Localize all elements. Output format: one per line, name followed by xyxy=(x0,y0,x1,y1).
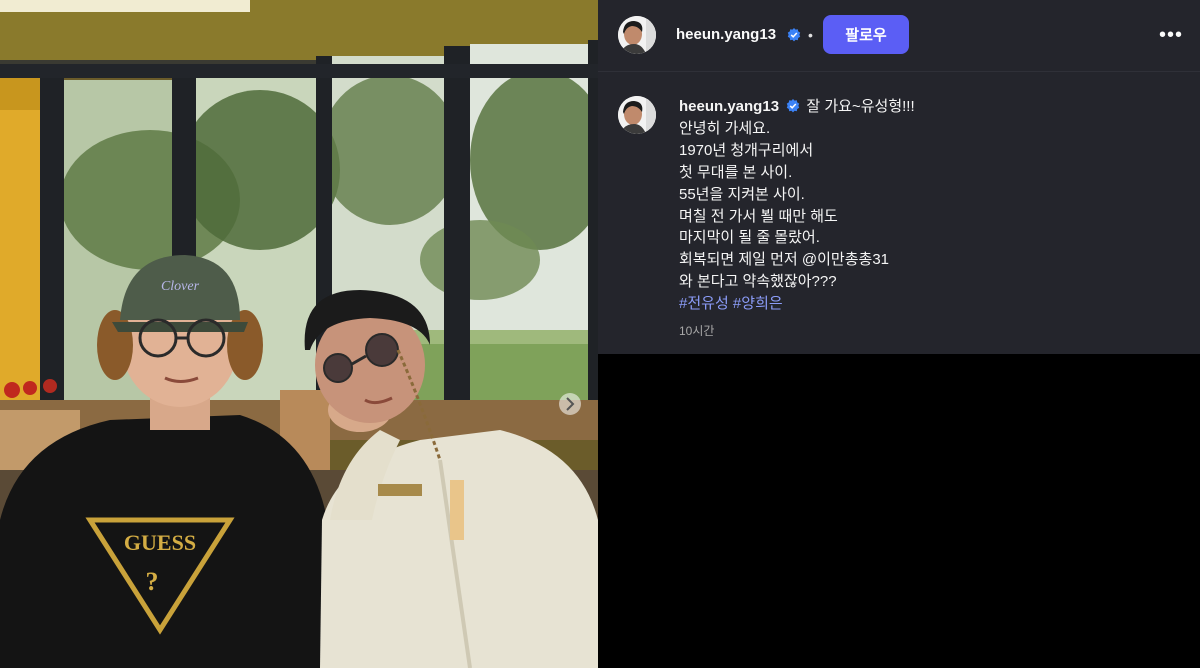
caption-username[interactable]: heeun.yang13 xyxy=(679,98,779,115)
verified-badge-icon xyxy=(787,28,801,42)
post-details: heeun.yang13 • 팔로우 ••• heeun.yang13 잘 가요… xyxy=(598,0,1200,354)
caption-line: 1970년 청개구리에서 xyxy=(679,141,814,159)
caption-line: 와 본다고 약속했잖아??? xyxy=(679,273,837,291)
shirt-logo-text: GUESS xyxy=(124,530,196,555)
next-slide-button[interactable] xyxy=(559,393,581,415)
avatar[interactable] xyxy=(618,16,656,54)
caption-line: 안녕히 가세요. xyxy=(679,119,771,137)
caption-line: 며칠 전 가서 뵐 때만 해도 xyxy=(679,207,838,225)
caption-line: 회복되면 제일 먼저 @이만총총31 xyxy=(679,251,890,269)
more-options-icon[interactable]: ••• xyxy=(1158,20,1184,50)
caption-line: 첫 무대를 본 사이. xyxy=(679,163,793,181)
separator-dot: • xyxy=(808,27,813,43)
post-side-panel: heeun.yang13 • 팔로우 ••• heeun.yang13 잘 가요… xyxy=(598,0,1200,668)
hashtag-link[interactable]: #전유성 xyxy=(679,295,729,312)
post-timestamp[interactable]: 10시간 xyxy=(679,322,714,339)
hashtag-link[interactable]: #양희은 xyxy=(733,295,783,312)
follow-button[interactable]: 팔로우 xyxy=(823,15,909,54)
caption-line: 마지막이 될 줄 몰랐어. xyxy=(679,229,820,247)
post-photo: GUESS ? Clover xyxy=(0,0,598,668)
post-header: heeun.yang13 • 팔로우 ••• xyxy=(598,0,1200,72)
caption-avatar[interactable] xyxy=(618,96,656,134)
verified-badge-icon xyxy=(787,99,800,113)
cap-logo-text: Clover xyxy=(161,279,200,294)
post-caption: heeun.yang13 잘 가요~유성형!!! 안녕히 가세요. 1970년 … xyxy=(679,96,1179,315)
svg-text:?: ? xyxy=(146,567,159,596)
caption-line: 55년을 지켜본 사이. xyxy=(679,185,805,203)
header-username[interactable]: heeun.yang13 xyxy=(676,26,776,43)
caption-text: 잘 가요~유성형!!! xyxy=(806,98,915,115)
